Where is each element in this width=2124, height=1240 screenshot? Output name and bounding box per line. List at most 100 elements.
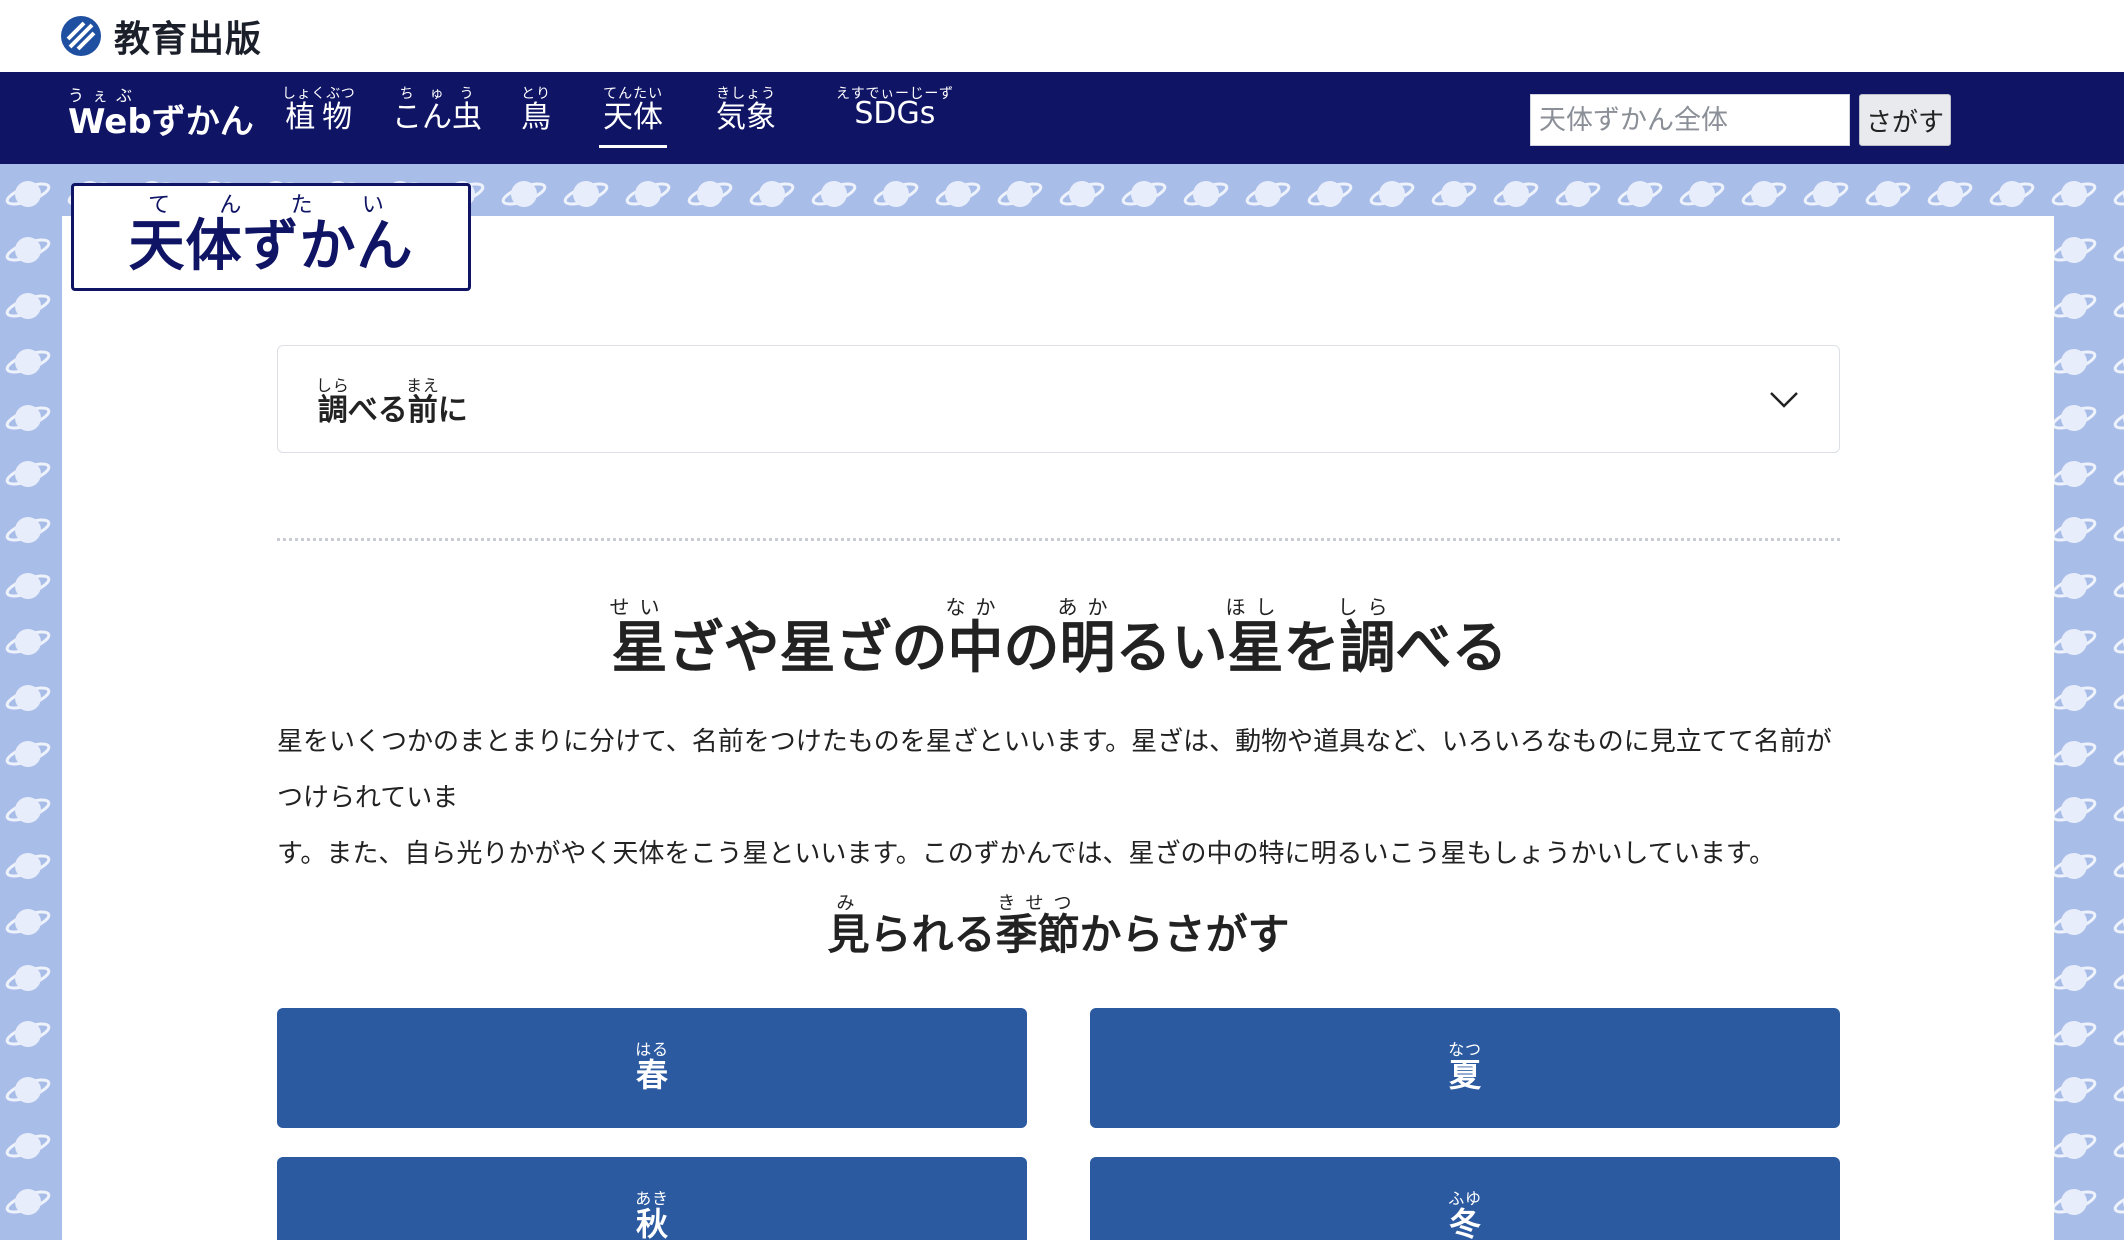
planet-icon	[2113, 629, 2124, 655]
chevron-down-icon[interactable]	[1769, 384, 1799, 414]
search-button[interactable]: さがす	[1859, 94, 1951, 146]
planet-icon	[2051, 349, 2097, 375]
nav-item-birds[interactable]: 鳥とり	[521, 86, 551, 134]
nav-item-label: こん虫	[392, 100, 482, 135]
planet-icon	[2051, 181, 2097, 207]
nav-item-astronomy[interactable]: 天体てんたい	[599, 86, 667, 148]
heading-ruby: きせつ	[995, 893, 1080, 914]
planet-icon	[2113, 293, 2124, 319]
nav-item-ruby: しょくぶつ	[282, 86, 356, 102]
planet-icon	[2051, 685, 2097, 711]
planet-icon	[5, 797, 51, 823]
planet-icon	[2051, 1021, 2097, 1047]
planet-icon	[5, 741, 51, 767]
nav-item-sdgs[interactable]: SDGsえすでぃーじーず	[836, 86, 954, 130]
planet-icon	[5, 1133, 51, 1159]
planet-icon	[2051, 853, 2097, 879]
accordion-label: 調しらべる前まえに	[316, 376, 468, 428]
planet-icon	[2113, 405, 2124, 431]
planet-icon	[1989, 181, 2035, 207]
planet-icon	[1245, 181, 1291, 207]
nav-item-plants[interactable]: 植物しょくぶつ	[282, 86, 356, 134]
planet-icon	[811, 181, 857, 207]
planet-icon	[935, 181, 981, 207]
planet-icon	[2113, 965, 2124, 991]
planet-icon	[2113, 573, 2124, 599]
planet-icon	[5, 853, 51, 879]
top-bar: 教育出版	[0, 0, 2124, 72]
nav-item-label: 気象	[716, 100, 776, 135]
site-logo[interactable]: 教育出版	[60, 10, 262, 62]
planet-icon	[1059, 181, 1105, 207]
season-ruby: あき	[635, 1189, 669, 1208]
planet-icon	[5, 461, 51, 487]
accordion-ruby-mae: まえ	[406, 376, 440, 395]
search-input[interactable]	[1530, 94, 1850, 146]
planet-icon	[1307, 181, 1353, 207]
heading-ruby: あか	[1057, 595, 1118, 619]
nav-item-ruby: きしょう	[716, 86, 776, 102]
season-button-summer[interactable]: 夏なつ	[1090, 1008, 1840, 1128]
page-title-box: 天体ずかんてんたい	[71, 183, 471, 291]
planet-icon	[2113, 349, 2124, 375]
planet-icon	[2051, 573, 2097, 599]
planet-icon	[873, 181, 919, 207]
nav-brand-web-zukan[interactable]: Webずかんうぇぶ	[68, 86, 254, 141]
planet-icon	[2113, 181, 2124, 207]
planet-icon	[2051, 461, 2097, 487]
planet-icon	[2113, 797, 2124, 823]
season-button-winter[interactable]: 冬ふゆ	[1090, 1157, 1840, 1240]
planet-icon	[2051, 1077, 2097, 1103]
season-label: 冬	[1448, 1205, 1482, 1240]
planet-icon	[5, 1021, 51, 1047]
planet-icon	[997, 181, 1043, 207]
planet-icon	[2051, 237, 2097, 263]
planet-icon	[2113, 741, 2124, 767]
season-button-autumn[interactable]: 秋あき	[277, 1157, 1027, 1240]
planet-icon	[2051, 1189, 2097, 1215]
nav-item-label: 鳥	[521, 100, 551, 135]
season-button-spring[interactable]: 春はる	[277, 1008, 1027, 1128]
nav-item-ruby: えすでぃーじーず	[836, 86, 954, 102]
planet-icon	[2051, 293, 2097, 319]
planet-icon	[1121, 181, 1167, 207]
planet-icon	[2051, 797, 2097, 823]
nav-brand-label: Webずかん	[68, 102, 254, 142]
intro-paragraph: 星をいくつかのまとまりに分けて、名前をつけたものを星ざといいます。星ざは、動物や…	[277, 714, 1840, 882]
planet-icon	[5, 237, 51, 263]
planet-icon	[5, 181, 51, 207]
heading-ruby: しら	[1337, 595, 1398, 619]
nav-item-insects[interactable]: こん虫ちゅう	[392, 86, 482, 134]
planet-icon	[1431, 181, 1477, 207]
heading-ruby: ほし	[1225, 595, 1286, 619]
season-label: 春	[635, 1056, 669, 1094]
season-label: 夏	[1448, 1056, 1482, 1094]
planet-icon	[2113, 1189, 2124, 1215]
logo-icon	[61, 16, 101, 56]
nav-item-ruby: てんたい	[603, 86, 663, 102]
nav-item-label: 天体	[603, 100, 663, 135]
season-ruby: なつ	[1448, 1040, 1482, 1059]
planet-icon	[1865, 181, 1911, 207]
before-research-accordion[interactable]: 調しらべる前まえに	[277, 345, 1840, 453]
nav-item-weather[interactable]: 気象きしょう	[716, 86, 776, 134]
planet-icon	[2113, 517, 2124, 543]
section-heading-constellations: 星せいざや星ざの中なかの明あかるい星ほしを調しらべる	[609, 595, 1508, 681]
planet-icon	[1803, 181, 1849, 207]
season-label: 秋	[635, 1205, 669, 1240]
planet-icon	[501, 181, 547, 207]
planet-icon	[1617, 181, 1663, 207]
planet-icon	[1369, 181, 1415, 207]
planet-icon	[5, 573, 51, 599]
page-title-ruby: てんたい	[128, 192, 414, 218]
dotted-divider	[277, 538, 1840, 541]
planet-icon	[5, 909, 51, 935]
heading-ruby: み	[827, 893, 870, 914]
season-ruby: はる	[635, 1040, 669, 1059]
season-ruby: ふゆ	[1448, 1189, 1482, 1208]
planet-icon	[5, 629, 51, 655]
nav-item-ruby: ちゅう	[392, 86, 482, 102]
planet-icon	[749, 181, 795, 207]
nav-brand-ruby: うぇぶ	[68, 86, 254, 105]
planet-icon	[2113, 853, 2124, 879]
